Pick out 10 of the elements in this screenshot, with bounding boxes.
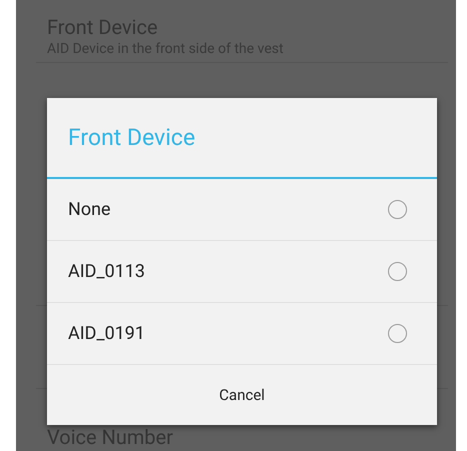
option-row[interactable]: None xyxy=(47,179,437,241)
option-row[interactable]: AID_0113 xyxy=(47,241,437,303)
dialog-title: Front Device xyxy=(47,98,437,179)
radio-button[interactable] xyxy=(388,324,407,343)
option-label: AID_0113 xyxy=(68,261,146,282)
option-label: AID_0191 xyxy=(68,323,146,344)
option-label: None xyxy=(68,199,111,220)
radio-button[interactable] xyxy=(388,200,407,219)
radio-button[interactable] xyxy=(388,262,407,281)
cancel-button[interactable]: Cancel xyxy=(47,365,437,425)
